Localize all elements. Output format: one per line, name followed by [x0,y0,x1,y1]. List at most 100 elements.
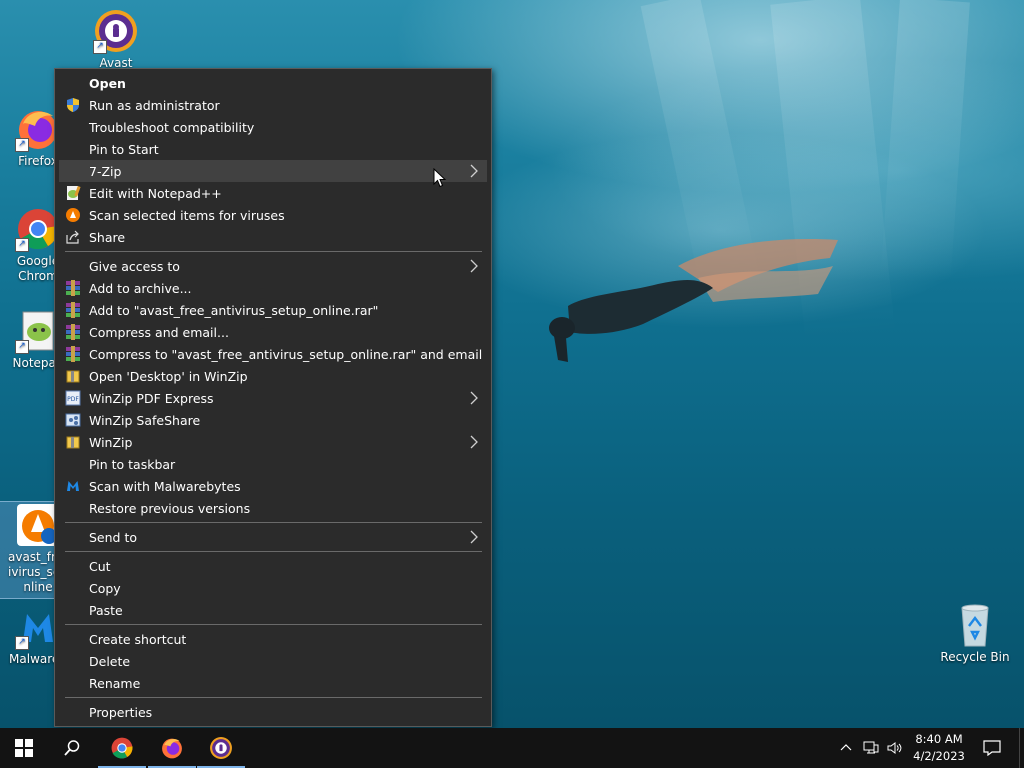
desktop-icon-recycle-bin[interactable]: Recycle Bin [938,602,1012,665]
menu-item-delete[interactable]: Delete [59,650,487,672]
menu-item-label: Properties [89,705,153,720]
menu-item-label: Compress to "avast_free_antivirus_setup_… [89,347,483,362]
menu-item-copy[interactable]: Copy [59,577,487,599]
menu-item-label: Pin to taskbar [89,457,176,472]
menu-item-open-desktop-in-winzip[interactable]: Open 'Desktop' in WinZip [59,365,487,387]
menu-item-label: Scan with Malwarebytes [89,479,241,494]
action-center-button[interactable] [976,728,1008,768]
menu-item-winzip-pdf-express[interactable]: PDF WinZip PDF Express [59,387,487,409]
desktop-icon-label: Recycle Bin [940,650,1010,664]
menu-item-paste[interactable]: Paste [59,599,487,621]
speaker-icon [887,742,902,754]
start-button[interactable] [0,728,48,768]
menu-item-scan-with-malwarebytes[interactable]: Scan with Malwarebytes [59,475,487,497]
menu-item-label: WinZip SafeShare [89,413,201,428]
uac-shield-icon [65,97,81,113]
volume-button[interactable] [884,728,906,768]
shortcut-arrow-icon: ↗ [15,138,29,152]
notepad-plus-plus-icon [65,185,81,201]
malwarebytes-icon [65,478,81,494]
taskbar-chrome[interactable] [98,728,146,768]
menu-separator [65,551,482,552]
winzip-icon [65,368,81,384]
windows-logo-icon [15,739,33,757]
taskbar-avast-secure-browser[interactable] [197,728,245,768]
light-ray [880,0,970,282]
taskbar: 8:40 AM 4/2/2023 [0,728,1024,768]
menu-item-label: WinZip PDF Express [89,391,214,406]
menu-item-restore-previous-versions[interactable]: Restore previous versions [59,497,487,519]
menu-item-send-to[interactable]: Send to [59,526,487,548]
winrar-icon [65,346,81,362]
menu-item-properties[interactable]: Properties [59,701,487,723]
menu-item-label: Send to [89,530,138,545]
winrar-icon [65,302,81,318]
avast-secure-browser-icon [210,737,232,759]
mouse-cursor-icon [433,168,447,188]
menu-item-pin-to-start[interactable]: Pin to Start [59,138,487,160]
menu-item-label: Pin to Start [89,142,159,157]
menu-item-label: Compress and email... [89,325,229,340]
menu-item-compress-to-rar-and-email[interactable]: Compress to "avast_free_antivirus_setup_… [59,343,487,365]
show-desktop-button[interactable] [1019,728,1024,768]
menu-item-label: Open 'Desktop' in WinZip [89,369,248,384]
menu-item-give-access-to[interactable]: Give access to [59,255,487,277]
network-button[interactable] [860,728,882,768]
menu-item-label: Give access to [89,259,180,274]
menu-item-run-as-administrator[interactable]: Run as administrator [59,94,487,116]
menu-item-add-to-rar[interactable]: Add to "avast_free_antivirus_setup_onlin… [59,299,487,321]
taskbar-firefox[interactable] [148,728,196,768]
menu-item-compress-and-email[interactable]: Compress and email... [59,321,487,343]
network-icon [863,741,879,754]
menu-item-label: Share [89,230,126,245]
safeshare-icon [65,412,81,428]
taskbar-clock[interactable]: 8:40 AM 4/2/2023 [908,731,970,765]
menu-item-cut[interactable]: Cut [59,555,487,577]
avast-secure-browser-icon: ↗ [93,8,139,54]
menu-item-label: Paste [89,603,123,618]
chevron-right-icon [467,163,481,179]
winzip-icon [65,434,81,450]
menu-item-scan-selected-items[interactable]: Scan selected items for viruses [59,204,487,226]
menu-item-open[interactable]: Open [59,72,487,94]
menu-item-label: Add to "avast_free_antivirus_setup_onlin… [89,303,379,318]
menu-item-label: Copy [89,581,121,596]
menu-item-add-to-archive[interactable]: Add to archive... [59,277,487,299]
menu-item-label: Delete [89,654,131,669]
menu-item-troubleshoot-compatibility[interactable]: Troubleshoot compatibility [59,116,487,138]
menu-item-label: Edit with Notepad++ [89,186,222,201]
avast-icon [65,207,81,223]
clock-time: 8:40 AM [915,732,963,746]
menu-item-label: Rename [89,676,141,691]
shortcut-arrow-icon: ↗ [93,40,107,54]
menu-item-label: Add to archive... [89,281,192,296]
chrome-icon [111,737,133,759]
search-button[interactable] [48,728,96,768]
menu-item-share[interactable]: Share [59,226,487,248]
search-icon [64,740,80,756]
context-menu: Open Run as administrator Troubleshoot c… [54,68,492,727]
menu-item-7-zip[interactable]: 7-Zip [59,160,487,182]
menu-item-create-shortcut[interactable]: Create shortcut [59,628,487,650]
menu-separator [65,697,482,698]
show-hidden-icons-button[interactable] [836,728,856,768]
winrar-icon [65,280,81,296]
menu-item-label: Restore previous versions [89,501,251,516]
notification-icon [983,740,1001,756]
menu-item-label: Open [89,76,126,91]
menu-item-winzip[interactable]: WinZip [59,431,487,453]
shortcut-arrow-icon: ↗ [15,238,29,252]
shortcut-arrow-icon: ↗ [15,636,29,650]
menu-separator [65,522,482,523]
menu-item-label: Troubleshoot compatibility [89,120,255,135]
menu-item-label: 7-Zip [89,164,122,179]
menu-item-rename[interactable]: Rename [59,672,487,694]
chevron-right-icon [467,434,481,450]
shortcut-arrow-icon: ↗ [15,340,29,354]
chevron-up-icon [840,744,852,751]
menu-item-edit-with-notepad-plus-plus[interactable]: Edit with Notepad++ [59,182,487,204]
menu-item-pin-to-taskbar[interactable]: Pin to taskbar [59,453,487,475]
menu-item-label: Create shortcut [89,632,187,647]
menu-item-winzip-safeshare[interactable]: WinZip SafeShare [59,409,487,431]
chevron-right-icon [467,258,481,274]
